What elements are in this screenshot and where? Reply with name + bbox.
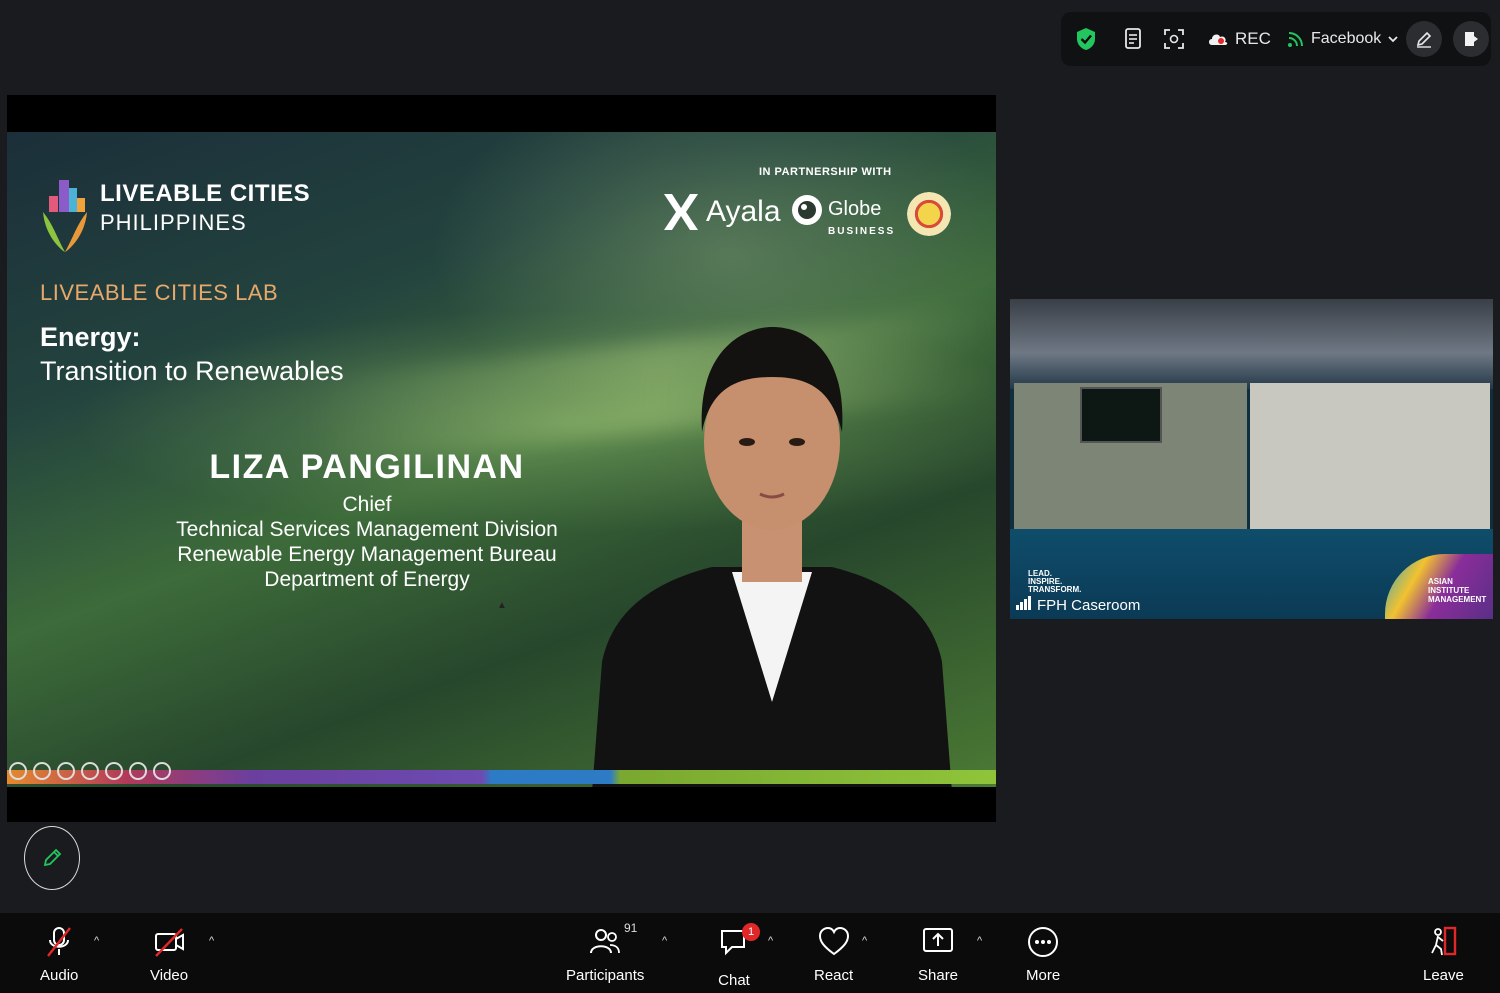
overlay-line: ASIAN xyxy=(1428,577,1453,586)
pencil-icon xyxy=(1416,31,1432,48)
slide-navigation-tools[interactable] xyxy=(9,762,171,780)
government-seal-icon xyxy=(907,192,951,236)
speaker-photo xyxy=(592,327,952,787)
chevron-down-icon xyxy=(1388,36,1398,43)
pen-icon xyxy=(43,848,62,867)
shared-screen[interactable]: LIVEABLE CITIES PHILIPPINES LIVEABLE CIT… xyxy=(7,95,996,822)
zoom-icon[interactable] xyxy=(57,762,75,780)
mouse-cursor-icon: ▲ xyxy=(497,600,507,611)
role-line: Department of Energy xyxy=(264,568,470,591)
more-label: More xyxy=(1026,967,1061,984)
more-dots-icon xyxy=(1028,927,1059,957)
participant-video-tile[interactable]: LEAD. INSPIRE. TRANSFORM. ASIAN INSTITUT… xyxy=(1010,299,1493,619)
overlay-line: MANAGEMENT xyxy=(1428,595,1487,604)
topic-title: Energy: xyxy=(40,322,141,352)
ayala-label: Ayala xyxy=(706,195,781,228)
focus-icon[interactable] xyxy=(1163,28,1185,50)
exit-icon xyxy=(1465,32,1478,46)
liveable-cities-logo-icon xyxy=(43,180,87,252)
video-ceiling xyxy=(1010,299,1493,389)
camera-off-icon xyxy=(155,928,185,957)
annotation-pen-button[interactable] xyxy=(24,826,80,890)
video-button[interactable]: Video xyxy=(150,925,188,984)
topic-subtitle: Transition to Renewables xyxy=(40,356,344,386)
cloud-record-icon xyxy=(1209,34,1228,45)
role-line: Chief xyxy=(342,493,392,516)
microphone-muted-icon xyxy=(47,927,72,957)
participant-name: FPH Caseroom xyxy=(1037,597,1141,614)
annotate-button[interactable] xyxy=(1406,21,1442,57)
share-button[interactable]: Share xyxy=(918,925,958,984)
signal-strength-icon xyxy=(1016,596,1032,614)
chat-button[interactable]: 1 Chat xyxy=(718,923,760,989)
leave-label: Leave xyxy=(1423,967,1464,984)
participants-options-caret-icon[interactable]: ^ xyxy=(662,935,667,947)
audio-options-caret-icon[interactable]: ^ xyxy=(94,935,99,947)
rec-label: REC xyxy=(1235,29,1271,48)
participants-count: 91 xyxy=(624,921,638,935)
live-stream-icon xyxy=(1288,32,1303,47)
more-button[interactable]: More xyxy=(1026,925,1060,984)
participants-icon xyxy=(590,929,621,954)
globe-mark-icon xyxy=(792,195,822,225)
brand-line-1: LIVEABLE CITIES xyxy=(100,180,311,207)
pen-tool-icon[interactable] xyxy=(33,762,51,780)
participants-label: Participants xyxy=(566,967,645,984)
react-button[interactable]: React xyxy=(814,925,853,984)
globe-sub-label: BUSINESS xyxy=(828,226,896,237)
role-line: Technical Services Management Division xyxy=(176,518,558,541)
chat-label: Chat xyxy=(718,972,750,989)
meeting-status-bar: REC Facebook xyxy=(1061,12,1491,66)
leave-door-icon xyxy=(1431,926,1457,956)
exit-view-button[interactable] xyxy=(1453,21,1489,57)
captions-icon[interactable] xyxy=(81,762,99,780)
share-label: Share xyxy=(918,967,959,984)
video-options-caret-icon[interactable]: ^ xyxy=(209,935,214,947)
audio-label: Audio xyxy=(40,967,79,984)
lab-title: LIVEABLE CITIES LAB xyxy=(40,280,279,305)
share-screen-icon xyxy=(923,928,954,952)
audio-button[interactable]: Audio xyxy=(40,925,78,984)
lead-inspire-overlay: LEAD. INSPIRE. TRANSFORM. xyxy=(1028,570,1081,594)
globe-label: Globe xyxy=(828,198,882,220)
presentation-slide: LIVEABLE CITIES PHILIPPINES LIVEABLE CIT… xyxy=(7,132,996,787)
next-slide-icon[interactable] xyxy=(153,762,171,780)
security-shield-icon[interactable] xyxy=(1075,27,1097,51)
video-label: Video xyxy=(150,967,189,984)
partnership-label: IN PARTNERSHIP WITH xyxy=(759,166,892,178)
role-line: Renewable Energy Management Bureau xyxy=(177,543,557,566)
overlay-line: INSTITUTE xyxy=(1428,586,1470,595)
overlay-line: TRANSFORM. xyxy=(1028,585,1082,594)
chat-options-caret-icon[interactable]: ^ xyxy=(768,935,773,947)
ayala-logo: Ayala xyxy=(662,192,781,232)
aim-logo-text: ASIAN INSTITUTE MANAGEMENT xyxy=(1428,577,1486,604)
ayala-mark-icon xyxy=(664,194,698,230)
more-options-icon[interactable] xyxy=(129,762,147,780)
cloud-record-indicator[interactable]: REC xyxy=(1207,29,1271,49)
video-room-left xyxy=(1014,383,1247,538)
chat-unread-badge: 1 xyxy=(742,923,760,941)
camera-icon[interactable] xyxy=(105,762,123,780)
heart-icon xyxy=(818,926,849,956)
speaker-name: LIZA PANGILINAN xyxy=(209,448,525,486)
react-options-caret-icon[interactable]: ^ xyxy=(862,935,867,947)
notes-icon[interactable] xyxy=(1123,27,1145,51)
stream-label: Facebook xyxy=(1311,30,1382,47)
leave-button[interactable]: Leave xyxy=(1423,925,1464,984)
brand-line-2: PHILIPPINES xyxy=(100,210,247,235)
live-stream-dropdown[interactable]: Facebook xyxy=(1287,30,1399,48)
video-room-right xyxy=(1250,383,1490,538)
participant-name-tag: FPH Caseroom xyxy=(1016,596,1140,614)
previous-slide-icon[interactable] xyxy=(9,762,27,780)
meeting-toolbar: Audio ^ Video ^ Participants 91 ^ 1 Chat… xyxy=(0,913,1500,993)
speaker-role: Chief Technical Services Management Divi… xyxy=(127,492,607,592)
room-display-screen xyxy=(1080,387,1162,443)
globe-business-logo: Globe BUSINESS xyxy=(790,192,900,242)
react-label: React xyxy=(814,967,854,984)
share-options-caret-icon[interactable]: ^ xyxy=(977,935,982,947)
